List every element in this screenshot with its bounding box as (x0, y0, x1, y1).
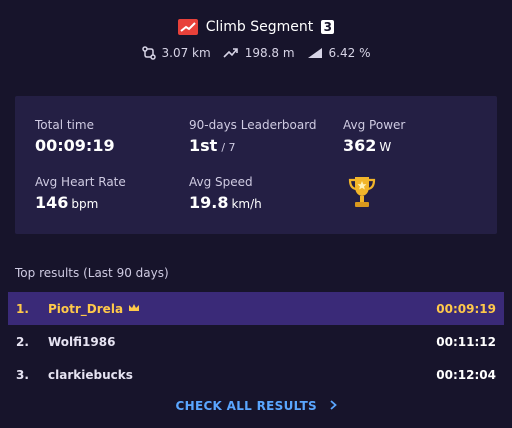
top-results-label: Top results (Last 90 days) (15, 266, 169, 280)
check-all-label: CHECK ALL RESULTS (175, 399, 318, 413)
grade-item: 6.42 % (307, 46, 371, 60)
result-name-text: Piotr_Drela (48, 301, 124, 316)
stat-value: 19.8 km/h (189, 193, 262, 212)
leaderboard-total: / 7 (221, 141, 236, 154)
result-rank: 2. (16, 334, 29, 349)
result-row[interactable]: 2. Wolfi1986 00:11:12 (8, 325, 504, 358)
avg-heart-rate-value: 146 (35, 193, 69, 212)
stat-avg-power: Avg Power 362 W (343, 118, 405, 155)
avg-heart-rate-unit: bpm (71, 197, 99, 211)
result-name: Piotr_Drela (48, 302, 140, 316)
avg-power-unit: W (379, 140, 392, 154)
result-rank: 1. (16, 301, 29, 316)
stat-leaderboard: 90-days Leaderboard 1st/ 7 (189, 118, 317, 155)
result-name-text: clarkiebucks (48, 367, 133, 382)
segment-meta: 3.07 km 198.8 m 6.42 % (0, 46, 512, 60)
stat-label: Avg Heart Rate (35, 175, 126, 189)
segment-header: Climb Segment 3 3.07 km 198.8 m 6.42 % (0, 14, 512, 60)
stat-label: Avg Power (343, 118, 406, 132)
avg-speed-value: 19.8 (189, 193, 229, 212)
gradient-icon (307, 47, 323, 59)
leaderboard-rank: 1st (189, 136, 218, 155)
trend-up-icon (223, 47, 239, 59)
result-time: 00:09:19 (436, 301, 496, 316)
segment-title: Climb Segment (205, 19, 314, 35)
elevation-item: 198.8 m (223, 46, 295, 60)
stat-value: 362 W (343, 136, 405, 155)
distance-value: 3.07 km (161, 46, 211, 60)
result-name: clarkiebucks (48, 368, 133, 382)
stat-label: Avg Speed (189, 175, 253, 189)
climb-segment-icon (177, 19, 198, 35)
category-badge: 3 (321, 20, 335, 34)
trophy-icon (347, 174, 377, 210)
results-list: 1. Piotr_Drela 00:09:19 2. Wolfi1986 00:… (8, 292, 504, 391)
avg-speed-unit: km/h (231, 197, 262, 211)
avg-power-value: 362 (343, 136, 377, 155)
stat-avg-speed: Avg Speed 19.8 km/h (189, 175, 262, 212)
check-all-results-link[interactable]: CHECK ALL RESULTS (0, 399, 512, 413)
result-time: 00:12:04 (436, 367, 496, 382)
stat-value: 00:09:19 (35, 136, 115, 155)
result-row[interactable]: 1. Piotr_Drela 00:09:19 (8, 292, 504, 325)
result-rank: 3. (16, 367, 29, 382)
crown-icon (128, 302, 140, 316)
result-row[interactable]: 3. clarkiebucks 00:12:04 (8, 358, 504, 391)
grade-value: 6.42 % (328, 46, 371, 60)
total-time-value: 00:09:19 (35, 136, 115, 155)
chevron-right-icon (329, 399, 337, 413)
result-name-text: Wolfi1986 (48, 334, 116, 349)
distance-item: 3.07 km (141, 46, 211, 60)
stat-value: 1st/ 7 (189, 136, 317, 155)
result-time: 00:11:12 (436, 334, 496, 349)
result-name: Wolfi1986 (48, 335, 115, 349)
stat-avg-heart-rate: Avg Heart Rate 146 bpm (35, 175, 126, 212)
route-icon (141, 46, 156, 60)
stat-label: Total time (35, 118, 94, 132)
elevation-value: 198.8 m (244, 46, 295, 60)
stat-value: 146 bpm (35, 193, 126, 212)
stat-total-time: Total time 00:09:19 (35, 118, 115, 155)
stat-label: 90-days Leaderboard (189, 118, 317, 132)
stats-card: Total time 00:09:19 90-days Leaderboard … (15, 96, 497, 234)
title-row: Climb Segment 3 (0, 14, 512, 40)
